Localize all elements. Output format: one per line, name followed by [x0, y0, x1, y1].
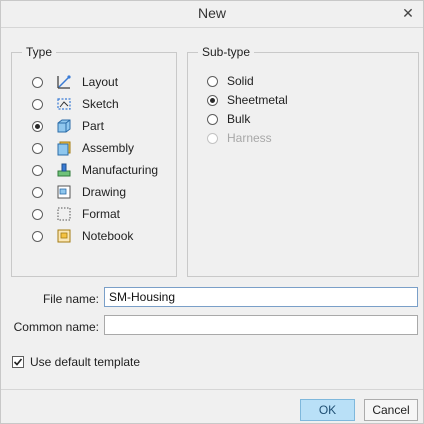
- subtype-label-sheetmetal: Sheetmetal: [227, 93, 288, 107]
- file-name-label: File name:: [42, 292, 99, 306]
- checkmark-icon: [13, 358, 23, 366]
- type-label-drawing: Drawing: [82, 185, 127, 199]
- part-icon: [56, 118, 72, 134]
- subtype-option-solid[interactable]: Solid: [207, 72, 254, 90]
- subtype-radio-bulk[interactable]: [207, 113, 218, 125]
- type-option-layout[interactable]: Layout: [32, 73, 118, 91]
- type-radio-format[interactable]: [32, 208, 43, 220]
- type-label-part: Part: [82, 119, 105, 133]
- type-option-notebook[interactable]: Notebook: [32, 227, 133, 245]
- subtype-radio-sheetmetal[interactable]: [207, 94, 218, 106]
- drawing-icon: [56, 184, 72, 200]
- type-radio-notebook[interactable]: [32, 230, 43, 242]
- common-name-label: Common name:: [13, 320, 99, 334]
- file-name-input[interactable]: [104, 287, 418, 307]
- subtype-group: Sub-type Solid Sheetmetal Bulk Harness: [187, 45, 419, 277]
- cancel-button[interactable]: Cancel: [364, 399, 418, 421]
- use-default-template-label: Use default template: [30, 355, 141, 369]
- type-label-sketch: Sketch: [82, 97, 119, 111]
- type-group-title: Type: [22, 45, 57, 59]
- subtype-option-harness: Harness: [207, 129, 272, 147]
- subtype-radio-harness: [207, 132, 218, 144]
- type-group: Type Layout Sketch Part Assembly Manufac…: [11, 45, 177, 277]
- subtype-option-sheetmetal[interactable]: Sheetmetal: [207, 91, 288, 109]
- type-radio-part[interactable]: [32, 120, 43, 132]
- layout-icon: [56, 74, 72, 90]
- type-radio-manufacturing[interactable]: [32, 164, 43, 176]
- footer-divider: [1, 389, 423, 390]
- subtype-label-solid: Solid: [227, 74, 254, 88]
- type-option-assembly[interactable]: Assembly: [32, 139, 134, 157]
- type-option-sketch[interactable]: Sketch: [32, 95, 119, 113]
- subtype-label-harness: Harness: [227, 131, 272, 145]
- ok-button[interactable]: OK: [300, 399, 355, 421]
- subtype-label-bulk: Bulk: [227, 112, 251, 126]
- type-radio-layout[interactable]: [32, 76, 43, 88]
- type-option-part[interactable]: Part: [32, 117, 104, 135]
- use-default-template-checkbox[interactable]: [12, 356, 24, 368]
- manufacturing-icon: [56, 162, 72, 178]
- subtype-radio-solid[interactable]: [207, 75, 218, 87]
- notebook-icon: [56, 228, 72, 244]
- type-label-layout: Layout: [82, 75, 119, 89]
- common-name-input[interactable]: [104, 315, 418, 335]
- dialog-title: New: [197, 5, 226, 21]
- format-icon: [56, 206, 72, 222]
- type-label-format: Format: [82, 207, 121, 221]
- type-option-manufacturing[interactable]: Manufacturing: [32, 161, 158, 179]
- type-radio-sketch[interactable]: [32, 98, 43, 110]
- sketch-icon: [56, 96, 72, 112]
- type-radio-assembly[interactable]: [32, 142, 43, 154]
- title-bar: New ✕: [1, 1, 423, 28]
- type-label-manufacturing: Manufacturing: [82, 163, 159, 177]
- subtype-option-bulk[interactable]: Bulk: [207, 110, 250, 128]
- close-icon[interactable]: ✕: [399, 4, 417, 22]
- subtype-group-title: Sub-type: [198, 45, 255, 59]
- use-default-template-option[interactable]: Use default template: [12, 355, 140, 369]
- new-dialog: New ✕ Type Layout Sketch Part Assembly M…: [0, 0, 424, 424]
- type-option-drawing[interactable]: Drawing: [32, 183, 126, 201]
- type-label-notebook: Notebook: [82, 229, 134, 243]
- type-option-format[interactable]: Format: [32, 205, 120, 223]
- assembly-icon: [56, 140, 72, 156]
- type-radio-drawing[interactable]: [32, 186, 43, 198]
- type-label-assembly: Assembly: [82, 141, 135, 155]
